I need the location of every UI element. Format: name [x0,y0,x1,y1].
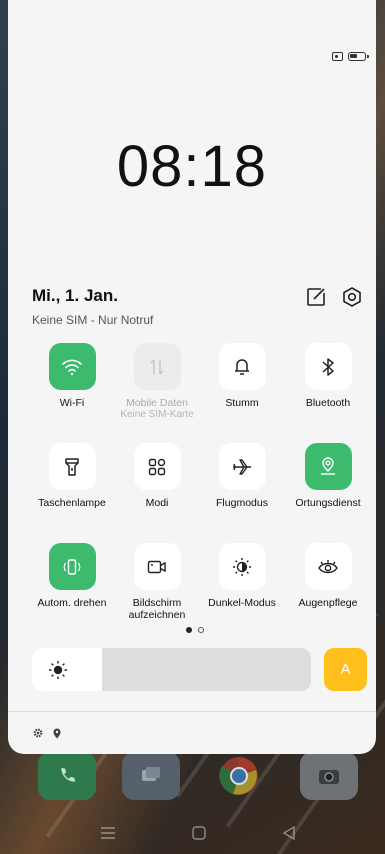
sun-icon [48,660,68,680]
quick-settings-panel: 08:18 Mi., 1. Jan. Keine SIM - Nur Notru… [8,0,376,754]
location-icon [304,443,352,490]
tile-label: Taschenlampe [38,497,106,509]
menu-icon[interactable] [100,826,116,845]
brightness-slider[interactable] [32,648,311,691]
battery-icon [348,52,369,61]
tile-flashlight[interactable]: Taschenlampe [29,443,115,533]
auto-brightness-button[interactable]: A [324,648,367,691]
tile-mobile-data[interactable]: Mobile Daten Keine SIM-Karte [114,343,200,433]
tile-modes[interactable]: Modi [114,443,200,533]
date-label: Mi., 1. Jan. [32,286,118,305]
messages-icon[interactable] [122,752,180,800]
tile-label: Stumm [225,397,259,409]
tile-bluetooth[interactable]: Bluetooth [285,343,371,433]
flashlight-icon [48,443,96,490]
home-icon[interactable] [192,826,206,845]
tile-silent[interactable]: Stumm [199,343,285,433]
dark-mode-icon [218,543,266,590]
sim-icon [332,52,343,61]
edit-icon[interactable] [305,286,327,308]
eye-care-icon [304,543,352,590]
gear-icon[interactable] [32,726,44,744]
mobile-data-icon [133,343,181,390]
tile-label: Dunkel-Modus [208,597,276,609]
tile-screen-record[interactable]: Bildschirm aufzeichnen [114,543,200,633]
auto-rotate-icon [48,543,96,590]
page-indicator[interactable] [186,627,204,633]
tile-label: Mobile Daten [126,397,188,409]
tile-label: Bluetooth [305,397,351,409]
tile-location[interactable]: Ortungsdienst [285,443,371,533]
tile-airplane[interactable]: Flugmodus [199,443,285,533]
wifi-icon [48,343,96,390]
camera-icon[interactable] [300,752,358,800]
tile-label: Flugmodus [216,497,268,509]
page-dot [198,627,204,633]
tile-label: Bildschirm aufzeichnen [128,597,186,621]
tile-wifi[interactable]: Wi-Fi [29,343,115,433]
status-icons [332,52,369,61]
tile-label: Ortungsdienst [295,497,361,509]
tile-sublabel: Keine SIM-Karte [120,409,194,420]
sim-status-label: Keine SIM - Nur Notruf [32,313,154,327]
tile-label: Wi-Fi [59,397,85,409]
airplane-icon [218,443,266,490]
tile-label: Modi [145,497,169,509]
settings-icon[interactable] [341,286,363,308]
tile-dark-mode[interactable]: Dunkel-Modus [199,543,285,633]
bell-icon [218,343,266,390]
back-icon[interactable] [282,825,296,845]
phone-icon[interactable] [38,752,96,800]
modes-icon [133,443,181,490]
location-pin-icon [53,726,61,744]
page-dot-active [186,627,192,633]
screen-record-icon [133,543,181,590]
divider [8,711,376,712]
tile-label: Autom. drehen [37,597,107,609]
clock: 08:18 [116,134,268,199]
bluetooth-icon [304,343,352,390]
tile-label: Augenpflege [298,597,358,609]
tile-eye-care[interactable]: Augenpflege [285,543,371,633]
bottom-status-icons [32,726,61,744]
tile-auto-rotate[interactable]: Autom. drehen [29,543,115,633]
chrome-icon[interactable] [210,752,268,800]
